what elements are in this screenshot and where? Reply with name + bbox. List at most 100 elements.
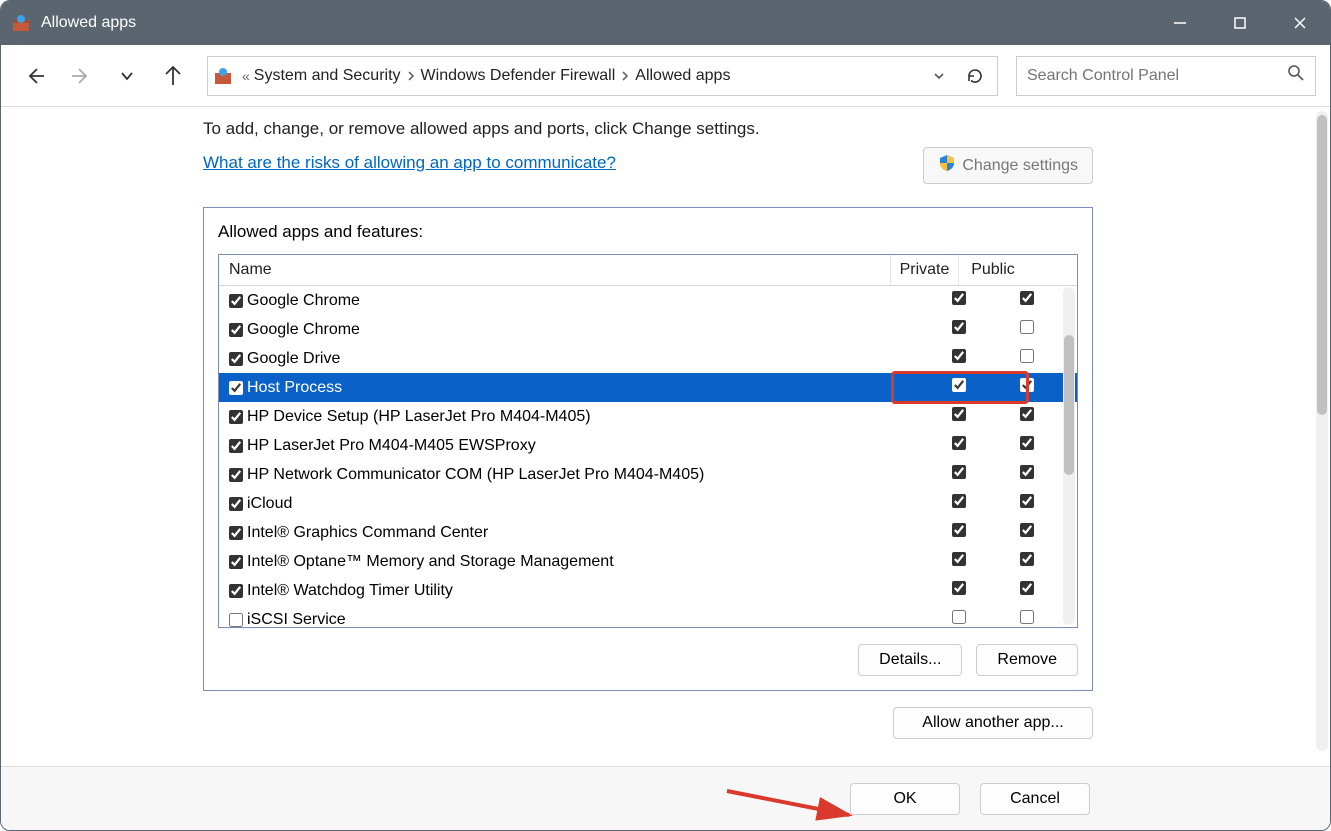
- table-row[interactable]: Host Process: [219, 373, 1077, 402]
- row-public-checkbox[interactable]: [1020, 581, 1034, 595]
- search-box[interactable]: [1016, 56, 1316, 96]
- row-name: Google Chrome: [247, 321, 925, 339]
- allowed-apps-table: Name Private Public Google Chrome Google …: [218, 254, 1078, 628]
- row-public-checkbox[interactable]: [1020, 320, 1034, 334]
- page-scrollbar[interactable]: [1316, 111, 1328, 751]
- row-public-checkbox[interactable]: [1020, 349, 1034, 363]
- row-private-checkbox[interactable]: [952, 610, 966, 624]
- row-enabled-checkbox[interactable]: [229, 613, 243, 627]
- breadcrumb-firewall[interactable]: Windows Defender Firewall: [421, 67, 632, 85]
- address-bar[interactable]: « System and Security Windows Defender F…: [207, 56, 998, 96]
- table-row[interactable]: HP Network Communicator COM (HP LaserJet…: [219, 460, 1077, 489]
- column-public[interactable]: Public: [959, 255, 1027, 285]
- breadcrumb-ellipsis[interactable]: «: [242, 68, 250, 84]
- address-dropdown-button[interactable]: [923, 60, 955, 92]
- row-enabled-checkbox[interactable]: [229, 497, 243, 511]
- row-name: Google Chrome: [247, 292, 925, 310]
- row-name: Host Process: [247, 379, 925, 397]
- forward-button[interactable]: [61, 56, 101, 96]
- allow-another-app-button[interactable]: Allow another app...: [893, 707, 1093, 739]
- row-private-checkbox[interactable]: [952, 436, 966, 450]
- table-row[interactable]: iCloud: [219, 489, 1077, 518]
- row-name: HP LaserJet Pro M404-M405 EWSProxy: [247, 437, 925, 455]
- breadcrumb-system-security[interactable]: System and Security: [254, 67, 417, 85]
- row-public-checkbox[interactable]: [1020, 465, 1034, 479]
- back-button[interactable]: [15, 56, 55, 96]
- change-settings-button[interactable]: Change settings: [923, 147, 1093, 184]
- search-icon[interactable]: [1287, 64, 1305, 87]
- table-row[interactable]: Intel® Optane™ Memory and Storage Manage…: [219, 547, 1077, 576]
- annotation-arrow: [723, 787, 863, 827]
- table-row[interactable]: Intel® Graphics Command Center: [219, 518, 1077, 547]
- table-row[interactable]: iSCSI Service: [219, 605, 1077, 627]
- breadcrumb-allowed-apps[interactable]: Allowed apps: [635, 67, 730, 85]
- column-private[interactable]: Private: [891, 255, 959, 285]
- table-row[interactable]: Google Chrome: [219, 286, 1077, 315]
- up-button[interactable]: [153, 56, 193, 96]
- row-public-checkbox[interactable]: [1020, 494, 1034, 508]
- row-enabled-checkbox[interactable]: [229, 555, 243, 569]
- row-public-checkbox[interactable]: [1020, 407, 1034, 421]
- table-row[interactable]: HP LaserJet Pro M404-M405 EWSProxy: [219, 431, 1077, 460]
- recent-locations-button[interactable]: [107, 56, 147, 96]
- table-row[interactable]: HP Device Setup (HP LaserJet Pro M404-M4…: [219, 402, 1077, 431]
- row-name: Intel® Graphics Command Center: [247, 524, 925, 542]
- row-enabled-checkbox[interactable]: [229, 381, 243, 395]
- group-label: Allowed apps and features:: [218, 222, 1078, 242]
- table-row[interactable]: Intel® Watchdog Timer Utility: [219, 576, 1077, 605]
- row-enabled-checkbox[interactable]: [229, 439, 243, 453]
- row-enabled-checkbox[interactable]: [229, 410, 243, 424]
- row-name: HP Network Communicator COM (HP LaserJet…: [247, 466, 925, 484]
- row-enabled-checkbox[interactable]: [229, 468, 243, 482]
- row-public-checkbox[interactable]: [1020, 378, 1034, 392]
- table-header: Name Private Public: [219, 255, 1077, 286]
- row-private-checkbox[interactable]: [952, 378, 966, 392]
- row-enabled-checkbox[interactable]: [229, 584, 243, 598]
- row-enabled-checkbox[interactable]: [229, 323, 243, 337]
- column-name[interactable]: Name: [219, 255, 891, 285]
- row-private-checkbox[interactable]: [952, 552, 966, 566]
- row-name: iSCSI Service: [247, 611, 925, 628]
- instruction-text: To add, change, or remove allowed apps a…: [203, 119, 1093, 139]
- row-private-checkbox[interactable]: [952, 494, 966, 508]
- table-scrollbar-thumb[interactable]: [1064, 335, 1074, 475]
- row-enabled-checkbox[interactable]: [229, 294, 243, 308]
- maximize-button[interactable]: [1210, 1, 1270, 45]
- table-scrollbar[interactable]: [1063, 287, 1075, 625]
- row-enabled-checkbox[interactable]: [229, 526, 243, 540]
- row-public-checkbox[interactable]: [1020, 610, 1034, 624]
- search-input[interactable]: [1027, 67, 1287, 85]
- row-enabled-checkbox[interactable]: [229, 352, 243, 366]
- allowed-apps-groupbox: Allowed apps and features: Name Private …: [203, 207, 1093, 691]
- refresh-button[interactable]: [959, 60, 991, 92]
- window-title: Allowed apps: [41, 14, 1150, 32]
- risks-link[interactable]: What are the risks of allowing an app to…: [203, 153, 616, 172]
- row-name: Intel® Watchdog Timer Utility: [247, 582, 925, 600]
- location-icon: [214, 66, 234, 86]
- table-row[interactable]: Google Drive: [219, 344, 1077, 373]
- row-private-checkbox[interactable]: [952, 523, 966, 537]
- shield-icon: [938, 154, 956, 177]
- row-name: Google Drive: [247, 350, 925, 368]
- close-button[interactable]: [1270, 1, 1330, 45]
- row-private-checkbox[interactable]: [952, 291, 966, 305]
- row-public-checkbox[interactable]: [1020, 552, 1034, 566]
- row-private-checkbox[interactable]: [952, 465, 966, 479]
- row-public-checkbox[interactable]: [1020, 291, 1034, 305]
- row-public-checkbox[interactable]: [1020, 523, 1034, 537]
- row-private-checkbox[interactable]: [952, 407, 966, 421]
- row-name: HP Device Setup (HP LaserJet Pro M404-M4…: [247, 408, 925, 426]
- row-private-checkbox[interactable]: [952, 320, 966, 334]
- row-private-checkbox[interactable]: [952, 581, 966, 595]
- table-row[interactable]: Google Chrome: [219, 315, 1077, 344]
- page-scrollbar-thumb[interactable]: [1317, 115, 1327, 415]
- details-button[interactable]: Details...: [858, 644, 962, 676]
- row-name: iCloud: [247, 495, 925, 513]
- row-private-checkbox[interactable]: [952, 349, 966, 363]
- ok-button[interactable]: OK: [850, 783, 960, 815]
- firewall-icon: [11, 13, 31, 33]
- cancel-button[interactable]: Cancel: [980, 783, 1090, 815]
- minimize-button[interactable]: [1150, 1, 1210, 45]
- row-public-checkbox[interactable]: [1020, 436, 1034, 450]
- remove-button[interactable]: Remove: [976, 644, 1078, 676]
